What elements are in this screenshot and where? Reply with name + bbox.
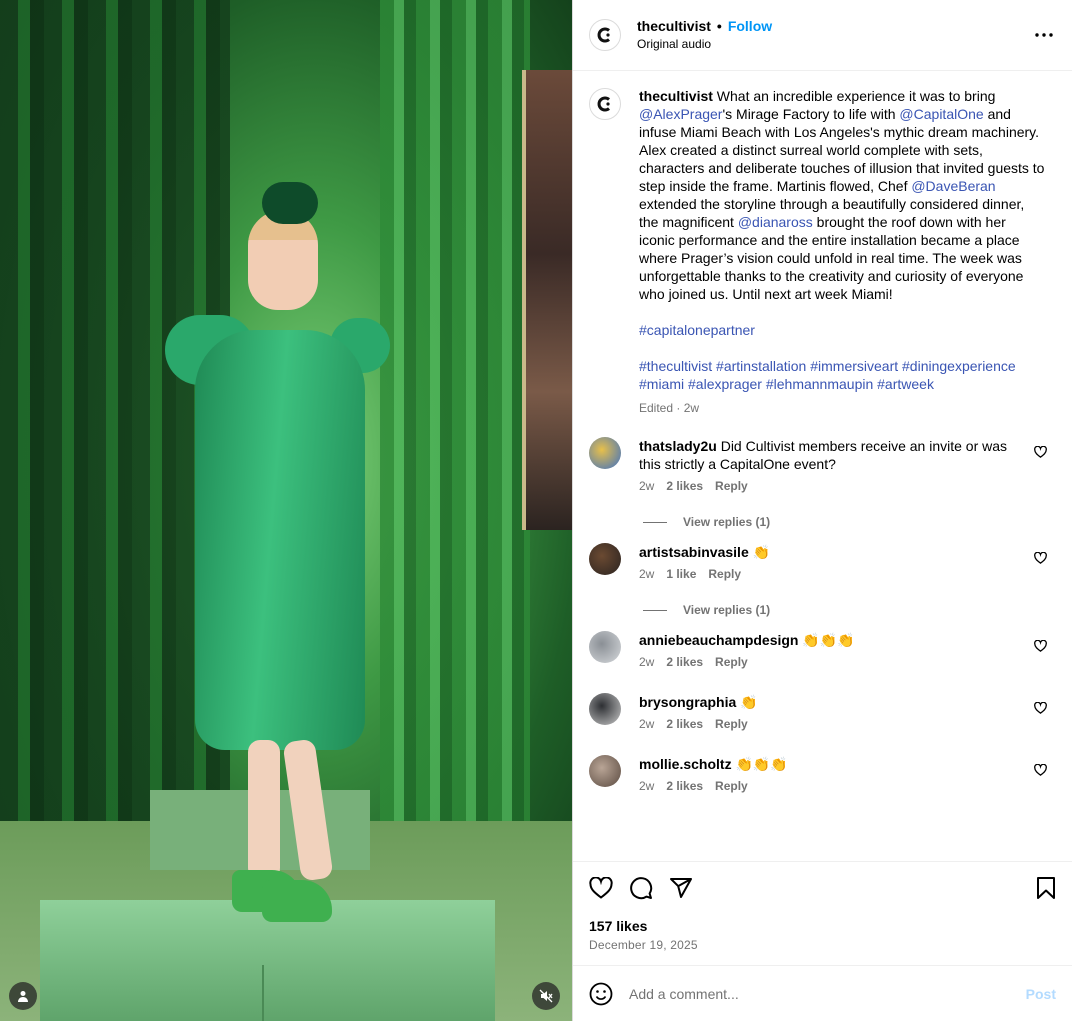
share-icon[interactable] [669,868,709,908]
post-header: thecultivist • Follow Original audio [573,0,1072,71]
comment-age[interactable]: 2w [639,479,654,493]
mention-link[interactable]: @dianaross [738,214,813,230]
reply-button[interactable]: Reply [708,567,741,581]
heart-icon[interactable] [1034,701,1048,715]
reply-button[interactable]: Reply [715,779,748,793]
comment: thatslady2u Did Cultivist members receiv… [589,437,1056,493]
more-icon[interactable] [1034,25,1054,45]
heart-icon[interactable] [1034,639,1048,653]
caption: thecultivist What an incredible experien… [589,87,1056,417]
follow-button[interactable]: Follow [728,18,772,34]
media-curtain-right [380,0,530,830]
comment: mollie.scholtz 👏👏👏 2w 2 likes Reply [589,755,1056,793]
comment-likes[interactable]: 2 likes [666,717,703,731]
reply-button[interactable]: Reply [715,717,748,731]
comment-text: 👏 [748,544,771,560]
comment: anniebeauchampdesign 👏👏👏 2w 2 likes Reply [589,631,1056,669]
reply-button[interactable]: Reply [715,655,748,669]
emoji-icon[interactable] [589,982,613,1006]
comment-text: 👏👏👏 [731,756,788,772]
avatar[interactable] [589,693,621,725]
add-comment-bar: Post [573,965,1072,1021]
comment-likes[interactable]: 2 likes [666,779,703,793]
mention-link[interactable]: @DaveBeran [911,178,995,194]
comment-item: mollie.scholtz 👏👏👏 2w 2 likes Reply [589,755,1056,793]
comment-age[interactable]: 2w [639,779,654,793]
hashtag[interactable]: #diningexperience [902,358,1016,374]
comment-username[interactable]: brysongraphia [639,694,736,710]
hashtag[interactable]: #alexprager [688,376,762,392]
separator-dot: • [716,18,722,34]
hashtag[interactable]: #immersiveart [810,358,898,374]
media-green-dress [195,330,365,750]
comment: artistsabinvasile 👏 2w 1 like Reply [589,543,1056,581]
heart-icon[interactable] [1034,551,1048,565]
avatar[interactable] [589,437,621,469]
media-hat [262,182,318,224]
caption-username[interactable]: thecultivist [639,88,713,104]
comments-scroll[interactable]: thecultivist What an incredible experien… [573,71,1072,861]
post-viewer: thecultivist • Follow Original audio thecu… [0,0,1072,1021]
comment-username[interactable]: mollie.scholtz [639,756,732,772]
avatar[interactable] [589,755,621,787]
user-tag-icon[interactable] [9,982,37,1010]
hashtag[interactable]: #artinstallation [716,358,806,374]
mute-icon[interactable] [532,982,560,1010]
bookmark-icon[interactable] [1028,868,1056,908]
comment-icon[interactable] [629,868,669,908]
comment-likes[interactable]: 1 like [666,567,696,581]
caption-meta: Edited · 2w [639,401,700,415]
comment-item: brysongraphia 👏 2w 2 likes Reply [589,693,1056,731]
view-replies-button[interactable]: View replies (1) [643,603,1056,617]
comment-username[interactable]: anniebeauchampdesign [639,632,798,648]
hashtag[interactable]: #artweek [877,376,934,392]
post-date[interactable]: December 19, 2025 [589,938,1056,952]
hashtag-list: #thecultivist #artinstallation #immersiv… [639,357,1045,393]
comment-username[interactable]: artistsabinvasile [639,544,749,560]
comment-item: thatslady2u Did Cultivist members receiv… [589,437,1056,529]
comment-username[interactable]: thatslady2u [639,438,717,454]
comment: brysongraphia 👏 2w 2 likes Reply [589,693,1056,731]
comment-age[interactable]: 2w [639,655,654,669]
view-replies-button[interactable]: View replies (1) [643,515,1056,529]
mention-link[interactable]: @CapitalOne [899,106,983,122]
comment-age[interactable]: 2w [639,567,654,581]
comment-list: thatslady2u Did Cultivist members receiv… [589,437,1056,793]
comment-text: 👏👏👏 [798,632,855,648]
heart-icon[interactable] [1034,763,1048,777]
comment-likes[interactable]: 2 likes [666,655,703,669]
caption-text: thecultivist What an incredible experien… [639,87,1045,303]
comment-likes[interactable]: 2 likes [666,479,703,493]
avatar[interactable] [589,19,621,51]
caption-segment: What an incredible experience it was to … [712,88,996,104]
header-username[interactable]: thecultivist [637,18,711,34]
heart-icon[interactable] [589,868,629,908]
audio-link[interactable]: Original audio [637,35,772,53]
caption-segment: 's Mirage Factory to life with [722,106,900,122]
reply-button[interactable]: Reply [715,479,748,493]
side-panel: thecultivist • Follow Original audio thecu… [572,0,1072,1021]
mention-link[interactable]: @AlexPrager [639,106,722,122]
heart-icon[interactable] [1034,445,1048,459]
comment-input[interactable] [629,985,1026,1002]
avatar[interactable] [589,88,621,120]
post-button[interactable]: Post [1026,986,1056,1002]
action-bar: 157 likes December 19, 2025 [573,861,1072,965]
comment-item: anniebeauchampdesign 👏👏👏 2w 2 likes Reply [589,631,1056,669]
likes-count[interactable]: 157 likes [589,918,1056,934]
avatar[interactable] [589,631,621,663]
hashtag[interactable]: #miami [639,376,684,392]
hashtag[interactable]: #thecultivist [639,358,712,374]
hashtag[interactable]: #capitalonepartner [639,321,1045,339]
comment-text: 👏 [736,694,758,710]
hashtag[interactable]: #lehmannmaupin [766,376,873,392]
media-figure-head [248,210,318,310]
avatar[interactable] [589,543,621,575]
media-painting [522,70,572,530]
comment-age[interactable]: 2w [639,717,654,731]
comment-item: artistsabinvasile 👏 2w 1 like Reply View rep… [589,543,1056,617]
post-media[interactable] [0,0,572,1021]
